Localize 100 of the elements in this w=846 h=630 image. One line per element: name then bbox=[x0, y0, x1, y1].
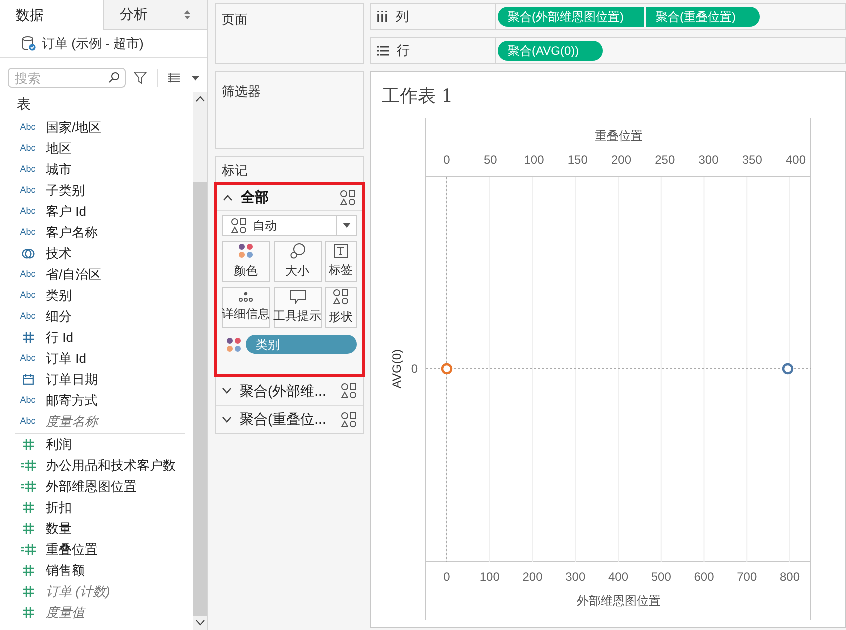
axis-tick-label: 0 bbox=[411, 362, 418, 376]
rows-icon bbox=[377, 46, 389, 56]
mark-property-button[interactable]: 标签 bbox=[325, 241, 357, 282]
section-title: 表 bbox=[16, 95, 31, 114]
field-name[interactable]: 省/自治区 bbox=[46, 264, 102, 284]
field-name[interactable]: 订单 Id bbox=[46, 348, 86, 368]
number-icon bbox=[22, 607, 34, 618]
scrollbar[interactable] bbox=[193, 92, 207, 630]
field-name[interactable]: 邮寄方式 bbox=[46, 390, 98, 410]
mark-type-dropdown[interactable]: 自动 bbox=[222, 215, 357, 236]
shelf-label: 列 bbox=[396, 8, 409, 26]
shapes-icon bbox=[231, 218, 247, 234]
text-type-marker: Abc bbox=[20, 354, 36, 363]
field-name[interactable]: 数量 bbox=[46, 518, 72, 538]
field-name[interactable]: 行 Id bbox=[46, 328, 74, 348]
field-name[interactable]: 技术 bbox=[46, 244, 72, 264]
axis-tick-label: 0 bbox=[444, 570, 450, 584]
scroll-down-icon[interactable] bbox=[196, 620, 204, 626]
calculated-number-icon bbox=[20, 544, 36, 555]
text-type-marker: Abc bbox=[20, 186, 36, 195]
axis-tick-label: 400 bbox=[786, 153, 806, 167]
axis-tick-label: 350 bbox=[742, 153, 762, 167]
datasource-name[interactable]: 订单 (示例 - 超市) bbox=[42, 34, 144, 54]
layer-title[interactable]: 聚合(重叠位... bbox=[240, 409, 341, 430]
field-name[interactable]: 客户名称 bbox=[46, 222, 98, 242]
text-type-marker: Abc bbox=[20, 165, 36, 174]
expand-button[interactable] bbox=[222, 388, 232, 394]
field-name[interactable]: 国家/地区 bbox=[46, 118, 102, 138]
sort-arrows-icon bbox=[184, 10, 191, 20]
field-name[interactable]: 重叠位置 bbox=[46, 540, 98, 560]
axis-tick-label: 500 bbox=[651, 570, 672, 584]
text-type-marker: Abc bbox=[20, 291, 36, 300]
expand-button[interactable] bbox=[222, 416, 232, 422]
number-icon bbox=[22, 502, 34, 513]
size-circles-icon bbox=[290, 243, 306, 259]
field-name[interactable]: 折扣 bbox=[46, 498, 72, 518]
mark-property-button[interactable]: 工具提示 bbox=[274, 287, 322, 328]
mark-property-button[interactable]: 大小 bbox=[274, 241, 322, 282]
field-name[interactable]: 订单 (计数) bbox=[46, 582, 110, 602]
axis-tick-label: 50 bbox=[484, 153, 498, 167]
shapes-icon bbox=[333, 289, 349, 305]
color-dots-icon bbox=[226, 336, 242, 352]
field-name[interactable]: 地区 bbox=[46, 138, 72, 158]
field-name[interactable]: 细分 bbox=[46, 306, 72, 326]
number-icon bbox=[22, 332, 34, 343]
shelf-label: 行 bbox=[397, 42, 410, 60]
text-label-icon bbox=[334, 244, 348, 258]
mark-property-button[interactable]: 形状 bbox=[325, 287, 357, 328]
shapes-icon bbox=[341, 383, 357, 399]
filter-icon[interactable] bbox=[134, 71, 147, 85]
field-name[interactable]: 办公用品和技术客户数 bbox=[46, 456, 176, 476]
card-title: 页面 bbox=[222, 11, 248, 29]
field-name[interactable]: 度量值 bbox=[46, 602, 85, 622]
field-name[interactable]: 销售额 bbox=[46, 560, 85, 580]
axis-tick-label: 200 bbox=[522, 570, 543, 584]
axis-tick-label: 600 bbox=[694, 570, 714, 584]
collapse-button[interactable] bbox=[223, 194, 233, 200]
field-name[interactable]: 度量名称 bbox=[46, 412, 98, 432]
list-view-icon[interactable] bbox=[168, 73, 180, 83]
text-type-marker: Abc bbox=[20, 417, 36, 426]
axis-tick-label: 800 bbox=[780, 570, 800, 584]
axis-tick-label: 100 bbox=[524, 153, 544, 167]
search-field[interactable]: 搜索 bbox=[8, 68, 126, 88]
axis-tick-label: 400 bbox=[608, 570, 629, 584]
axis-tick-label: 100 bbox=[480, 570, 500, 584]
layer-title[interactable]: 全部 bbox=[241, 187, 340, 208]
field-name[interactable]: 城市 bbox=[46, 160, 72, 180]
mark-property-button[interactable]: 详细信息 bbox=[222, 287, 270, 328]
axis-title: 重叠位置 bbox=[595, 129, 643, 143]
text-type-marker: Abc bbox=[20, 144, 36, 153]
speech-bubble-icon bbox=[290, 290, 306, 304]
axis-tick-label: 700 bbox=[737, 570, 758, 584]
field-name[interactable]: 订单日期 bbox=[46, 370, 98, 390]
calculated-number-icon bbox=[20, 460, 36, 471]
calculated-number-icon bbox=[20, 481, 36, 492]
field-name[interactable]: 外部维恩图位置 bbox=[46, 476, 137, 496]
text-type-marker: Abc bbox=[20, 396, 36, 405]
pane-tab[interactable]: 分析 bbox=[103, 0, 207, 30]
text-type-marker: Abc bbox=[20, 207, 36, 216]
scroll-up-icon[interactable] bbox=[196, 96, 204, 102]
dropdown-caret-icon[interactable] bbox=[192, 76, 199, 80]
mark-property-button[interactable]: 颜色 bbox=[222, 241, 270, 282]
axis-tick-label: 300 bbox=[566, 570, 586, 584]
set-icon bbox=[22, 248, 34, 260]
color-dots-icon bbox=[238, 243, 254, 259]
number-icon bbox=[22, 586, 34, 597]
card-title: 筛选器 bbox=[222, 83, 261, 101]
axis-tick-label: 200 bbox=[611, 153, 632, 167]
text-type-marker: Abc bbox=[20, 123, 36, 132]
field-name[interactable]: 类别 bbox=[46, 286, 72, 306]
axis-title: AVG(0) bbox=[390, 349, 404, 389]
shapes-icon bbox=[340, 190, 356, 206]
field-name[interactable]: 客户 Id bbox=[46, 202, 86, 222]
field-name[interactable]: 利润 bbox=[46, 434, 72, 454]
database-icon bbox=[22, 36, 36, 51]
text-type-marker: Abc bbox=[20, 270, 36, 279]
number-icon bbox=[22, 439, 34, 450]
axis-tick-label: 0 bbox=[444, 153, 450, 167]
field-name[interactable]: 子类别 bbox=[46, 180, 85, 200]
layer-title[interactable]: 聚合(外部维... bbox=[240, 380, 341, 402]
